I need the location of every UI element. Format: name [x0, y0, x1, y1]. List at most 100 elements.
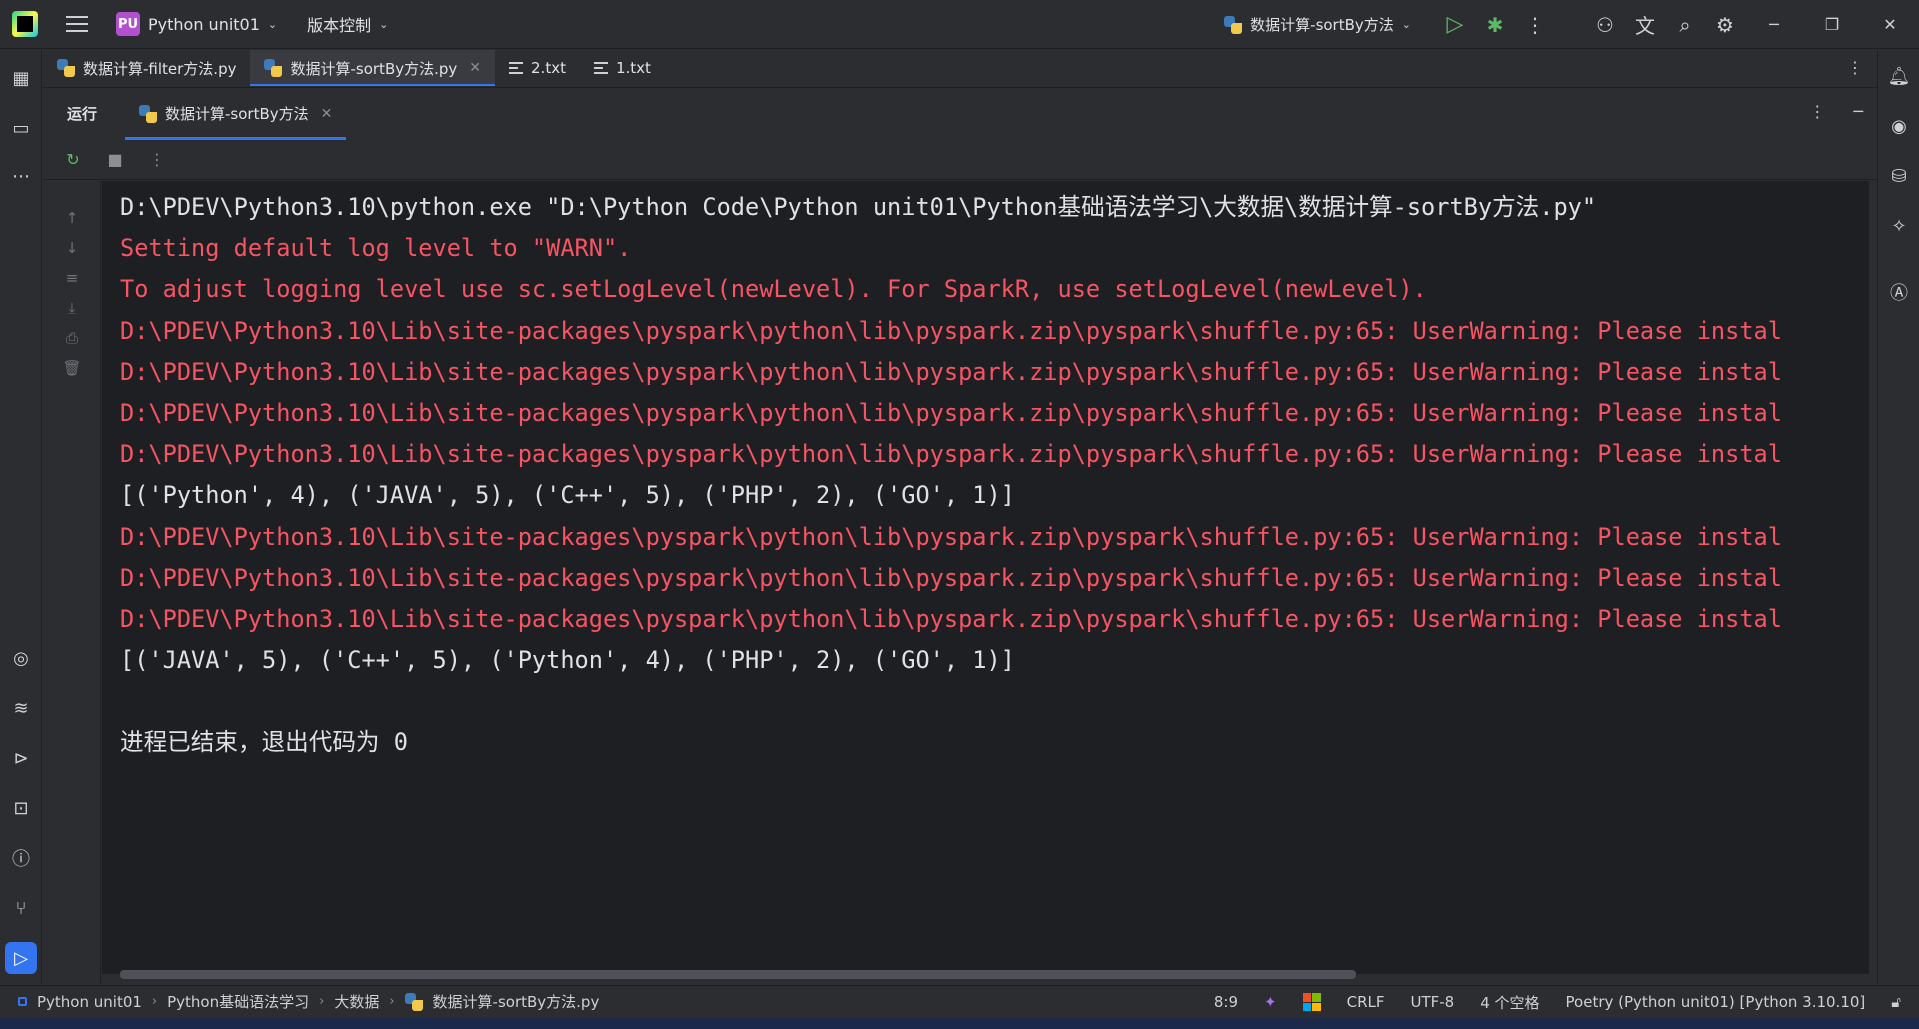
horizontal-scrollbar[interactable] — [120, 970, 1356, 979]
code-with-me-icon[interactable]: ⚇ — [1585, 5, 1625, 45]
run-config-selector[interactable]: 数据计算-sortBy方法 ⌄ — [1224, 14, 1411, 35]
breadcrumb-item[interactable]: Python基础语法学习 — [167, 991, 309, 1012]
scroll-to-end-icon[interactable]: ⤓ — [61, 297, 83, 319]
console-line: [('Python', 4), ('JAVA', 5), ('C++', 5),… — [120, 481, 1015, 510]
minimize-window-button[interactable]: ─ — [1745, 0, 1803, 49]
print-icon[interactable]: ⎙ — [61, 327, 83, 349]
settings-gear-icon[interactable]: ⚙ — [1705, 5, 1745, 45]
chevron-right-icon: › — [151, 994, 158, 1009]
run-window-header: 运行 数据计算-sortBy方法 ✕ ⋮ ─ — [43, 87, 1877, 140]
text-file-icon — [593, 62, 608, 74]
console-gutter: ↑ ↓ ≡ ⤓ ⎙ 🗑︎ — [43, 181, 101, 984]
windows-logo-icon[interactable] — [1302, 993, 1321, 1011]
left-tool-strip: ▦ ▭ ⋯ ◎ ≋ ⊳ ⊡ ⓘ ⑂ ▷ — [0, 50, 42, 984]
python-interpreter[interactable]: Poetry (Python unit01) [Python 3.10.10] — [1566, 993, 1866, 1011]
tab-label: 数据计算-filter方法.py — [83, 59, 237, 78]
python-file-icon — [264, 59, 283, 77]
search-icon[interactable]: ⌕ — [1665, 5, 1705, 45]
vcs-selector[interactable]: 版本控制 ⌄ — [307, 12, 388, 36]
problems-icon[interactable]: ⓘ — [5, 842, 37, 874]
caret-position[interactable]: 8:9 — [1214, 993, 1238, 1011]
editor-tab-2txt[interactable]: 2.txt — [495, 50, 580, 86]
taskbar-edge — [0, 1018, 1919, 1029]
close-icon[interactable]: ✕ — [321, 106, 333, 122]
indent-setting[interactable]: 4 个空格 — [1480, 992, 1539, 1013]
more-tools-icon[interactable]: ⋯ — [5, 160, 37, 192]
console-line: D:\PDEV\Python3.10\Lib\site-packages\pys… — [120, 563, 1782, 592]
translation-panel-icon[interactable]: Ⓐ — [1883, 276, 1915, 308]
rerun-icon[interactable]: ↻ — [57, 144, 89, 176]
run-options-icon[interactable]: ⋮ — [1809, 102, 1825, 121]
file-encoding[interactable]: UTF-8 — [1411, 993, 1455, 1011]
run-tab-label: 数据计算-sortBy方法 — [165, 105, 309, 123]
console-line: To adjust logging level use sc.setLogLev… — [120, 275, 1427, 304]
console-line: D:\PDEV\Python3.10\Lib\site-packages\pys… — [120, 440, 1782, 469]
status-bar: Python unit01 › Python基础语法学习 › 大数据 › 数据计… — [0, 985, 1919, 1017]
tab-label: 1.txt — [615, 59, 651, 77]
editor-tab-1txt[interactable]: 1.txt — [580, 50, 665, 86]
services-icon[interactable]: ⊳ — [5, 742, 37, 774]
run-tab[interactable]: 数据计算-sortBy方法 ✕ — [125, 88, 347, 140]
line-separator[interactable]: CRLF — [1347, 993, 1385, 1011]
sciview-icon[interactable]: ✧ — [1883, 210, 1915, 242]
soft-wrap-icon[interactable]: ≡ — [61, 267, 83, 289]
console-line: D:\PDEV\Python3.10\Lib\site-packages\pys… — [120, 522, 1782, 551]
tab-label: 数据计算-sortBy方法.py — [290, 59, 458, 78]
run-window-title: 运行 — [67, 105, 98, 123]
project-folder-icon[interactable]: ▭ — [5, 112, 37, 144]
translate-icon[interactable]: 文 — [1625, 5, 1665, 45]
more-actions-icon[interactable]: ⋮ — [1515, 5, 1555, 45]
clear-all-trash-icon[interactable]: 🗑︎ — [61, 357, 83, 379]
debug-button[interactable]: ✱ — [1475, 5, 1515, 45]
python-icon — [1224, 15, 1243, 34]
chevron-down-icon: ⌄ — [1401, 18, 1411, 31]
scroll-down-icon[interactable]: ↓ — [61, 237, 83, 259]
ai-status-icon[interactable]: ✦ — [1264, 993, 1277, 1011]
run-toolbar: ↻ ■ ⋮ — [43, 140, 1877, 180]
hide-panel-icon[interactable]: ─ — [1853, 102, 1863, 121]
right-tool-strip: 🔔︎ ◉ ⛁ ✧ Ⓐ — [1877, 50, 1919, 984]
chevron-down-icon: ⌄ — [379, 17, 389, 31]
scroll-up-icon[interactable]: ↑ — [61, 207, 83, 229]
chevron-down-icon: ⌄ — [267, 17, 278, 31]
notifications-bell-icon[interactable]: 🔔︎ — [1883, 60, 1915, 92]
editor-tab-filter[interactable]: 数据计算-filter方法.py — [43, 50, 250, 86]
close-window-button[interactable]: ✕ — [1861, 0, 1919, 49]
python-file-icon — [57, 59, 75, 77]
database-icon[interactable]: ⛁ — [1883, 160, 1915, 192]
console-line: Setting default log level to "WARN". — [120, 234, 632, 263]
chevron-right-icon: › — [319, 994, 325, 1009]
breadcrumb-item[interactable]: 数据计算-sortBy方法.py — [433, 991, 600, 1012]
run-tool-icon[interactable]: ▷ — [5, 942, 37, 974]
console-lines: D:\PDEV\Python3.10\python.exe "D:\Python… — [120, 187, 1782, 764]
tab-options-icon[interactable]: ⋮ — [1847, 58, 1863, 77]
python-console-icon[interactable]: ◎ — [5, 642, 37, 674]
text-file-icon — [509, 62, 524, 74]
console-line: D:\PDEV\Python3.10\Lib\site-packages\pys… — [120, 357, 1782, 386]
chevron-right-icon: › — [389, 994, 395, 1009]
stop-icon[interactable]: ■ — [99, 144, 131, 176]
editor-tab-bar: 数据计算-filter方法.py 数据计算-sortBy方法.py ✕ 2.tx… — [43, 50, 1877, 86]
main-menu-icon[interactable] — [66, 16, 88, 32]
ai-assistant-icon[interactable]: ◉ — [1883, 110, 1915, 142]
console-line: D:\PDEV\Python3.10\Lib\site-packages\pys… — [120, 604, 1782, 633]
structure-icon[interactable]: ▦ — [5, 62, 37, 94]
terminal-icon[interactable]: ⊡ — [5, 792, 37, 824]
console-line: [('JAVA', 5), ('C++', 5), ('Python', 4),… — [120, 646, 1015, 675]
breadcrumb-item[interactable]: Python unit01 — [37, 993, 142, 1011]
restore-window-button[interactable]: ❐ — [1803, 0, 1861, 49]
title-bar: PU Python unit01 ⌄ 版本控制 ⌄ 数据计算-sortBy方法 … — [0, 0, 1919, 49]
editor-tab-sortby[interactable]: 数据计算-sortBy方法.py ✕ — [250, 50, 496, 86]
project-selector[interactable]: PU Python unit01 ⌄ — [116, 12, 277, 36]
lock-icon[interactable]: 🔓︎ — [1891, 993, 1901, 1011]
close-icon[interactable]: ✕ — [469, 60, 481, 76]
run-config-label: 数据计算-sortBy方法 — [1250, 16, 1394, 34]
console-output[interactable]: D:\PDEV\Python3.10\python.exe "D:\Python… — [102, 181, 1869, 974]
breadcrumb-item[interactable]: 大数据 — [334, 991, 379, 1012]
project-badge: PU — [116, 12, 140, 36]
run-button[interactable]: ▷ — [1435, 5, 1475, 45]
pycharm-logo-icon — [12, 11, 38, 37]
git-icon[interactable]: ⑂ — [5, 892, 37, 924]
layers-icon[interactable]: ≋ — [5, 692, 37, 724]
more-options-icon[interactable]: ⋮ — [141, 144, 173, 176]
